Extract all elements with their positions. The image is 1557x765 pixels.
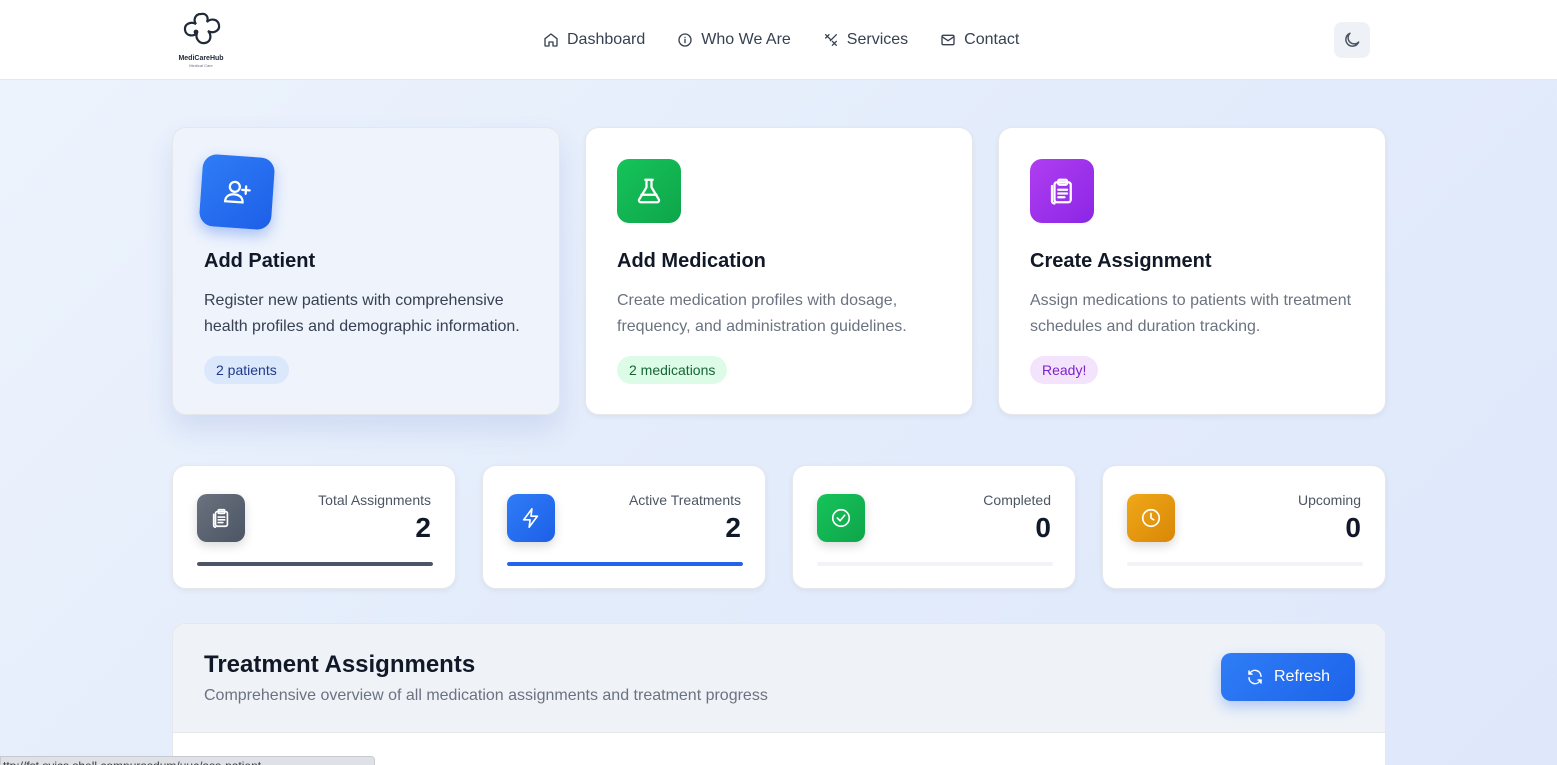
info-icon xyxy=(678,33,692,47)
stat-progress-fill xyxy=(507,562,743,566)
stat-value: 2 xyxy=(415,512,431,543)
total-assignments-icon-tile xyxy=(197,494,245,542)
treatment-assignments-section: Treatment Assignments Comprehensive over… xyxy=(172,623,1386,765)
stat-value: 0 xyxy=(1345,512,1361,543)
theme-toggle-button[interactable] xyxy=(1334,22,1370,58)
create-assignment-icon-tile xyxy=(1030,159,1094,223)
home-icon xyxy=(544,33,558,47)
add-patient-card[interactable]: Add Patient Register new patients with c… xyxy=(172,127,560,415)
check-circle-icon xyxy=(831,508,851,528)
stat-label: Active Treatments xyxy=(628,492,741,508)
stat-progress-track xyxy=(197,562,433,566)
refresh-label: Refresh xyxy=(1273,668,1331,685)
clipboard-icon xyxy=(1050,178,1072,205)
flask-icon xyxy=(637,178,661,204)
nav-contact[interactable]: Contact xyxy=(940,29,1019,51)
create-assignment-title: Create Assignment xyxy=(1030,250,1212,272)
nav-who-we-are-label: Who We Are xyxy=(701,31,791,48)
refresh-button[interactable]: Refresh xyxy=(1221,653,1355,701)
clock-icon xyxy=(1141,508,1161,528)
logo[interactable]: MediCareHub Medical Care xyxy=(174,10,228,68)
refresh-icon xyxy=(1248,669,1262,685)
stat-progress-track xyxy=(507,562,743,566)
nav-services-label: Services xyxy=(846,31,909,48)
upcoming-icon-tile xyxy=(1127,494,1175,542)
add-medication-icon-tile xyxy=(617,159,681,223)
add-patient-icon-tile xyxy=(198,153,276,231)
nav-contact-label: Contact xyxy=(964,31,1020,48)
logo-tagline: Medical Care xyxy=(189,63,213,68)
clipboard-icon xyxy=(212,508,229,528)
create-assignment-card[interactable]: Create Assignment Assign medications to … xyxy=(998,127,1386,415)
stat-value: 2 xyxy=(725,512,741,543)
stat-progress-track xyxy=(1127,562,1363,566)
ready-badge: Ready! xyxy=(1030,356,1099,384)
stat-progress-fill xyxy=(197,562,433,566)
add-patient-title: Add Patient xyxy=(204,250,316,272)
stat-progress-track xyxy=(817,562,1053,566)
medications-count-badge: 2 medications xyxy=(617,356,728,384)
section-title: Treatment Assignments xyxy=(204,651,476,678)
add-medication-card[interactable]: Add Medication Create medication profile… xyxy=(585,127,973,415)
link-status-bar: ttp://fst.svics.shell.compurasdum/uuc/as… xyxy=(0,756,375,765)
mail-icon xyxy=(941,34,955,46)
active-treatments-icon-tile xyxy=(507,494,555,542)
nav-who-we-are[interactable]: Who We Are xyxy=(677,29,791,51)
create-assignment-description: Assign medications to patients with trea… xyxy=(1030,292,1352,335)
nav-dashboard[interactable]: Dashboard xyxy=(543,29,645,51)
section-header: Treatment Assignments Comprehensive over… xyxy=(173,624,1385,733)
main-nav: Dashboard Who We Are Services Contact xyxy=(543,29,1019,51)
add-patient-description: Register new patients with comprehensive… xyxy=(204,292,520,335)
stat-label: Total Assignments xyxy=(318,492,431,508)
stat-upcoming: Upcoming 0 xyxy=(1102,465,1386,589)
logo-icon xyxy=(183,12,221,45)
nav-services[interactable]: Services xyxy=(823,29,908,51)
patients-count-badge: 2 patients xyxy=(204,356,289,384)
section-subtitle: Comprehensive overview of all medication… xyxy=(204,687,768,704)
stat-value: 0 xyxy=(1035,512,1051,543)
stat-completed: Completed 0 xyxy=(792,465,1076,589)
stat-label: Upcoming xyxy=(1297,492,1361,508)
stat-label: Completed xyxy=(983,492,1051,508)
tools-icon xyxy=(824,34,837,46)
add-medication-description: Create medication profiles with dosage, … xyxy=(617,292,907,335)
nav-dashboard-label: Dashboard xyxy=(567,31,646,48)
stat-active-treatments: Active Treatments 2 xyxy=(482,465,766,589)
add-medication-title: Add Medication xyxy=(617,250,766,272)
completed-icon-tile xyxy=(817,494,865,542)
stat-total-assignments: Total Assignments 2 xyxy=(172,465,456,589)
bolt-icon xyxy=(522,508,539,528)
top-navbar: MediCareHub Medical Care Dashboard Who W… xyxy=(0,0,1557,80)
user-plus-icon xyxy=(223,180,251,204)
logo-name: MediCareHub xyxy=(178,55,224,62)
moon-icon xyxy=(1345,32,1360,47)
